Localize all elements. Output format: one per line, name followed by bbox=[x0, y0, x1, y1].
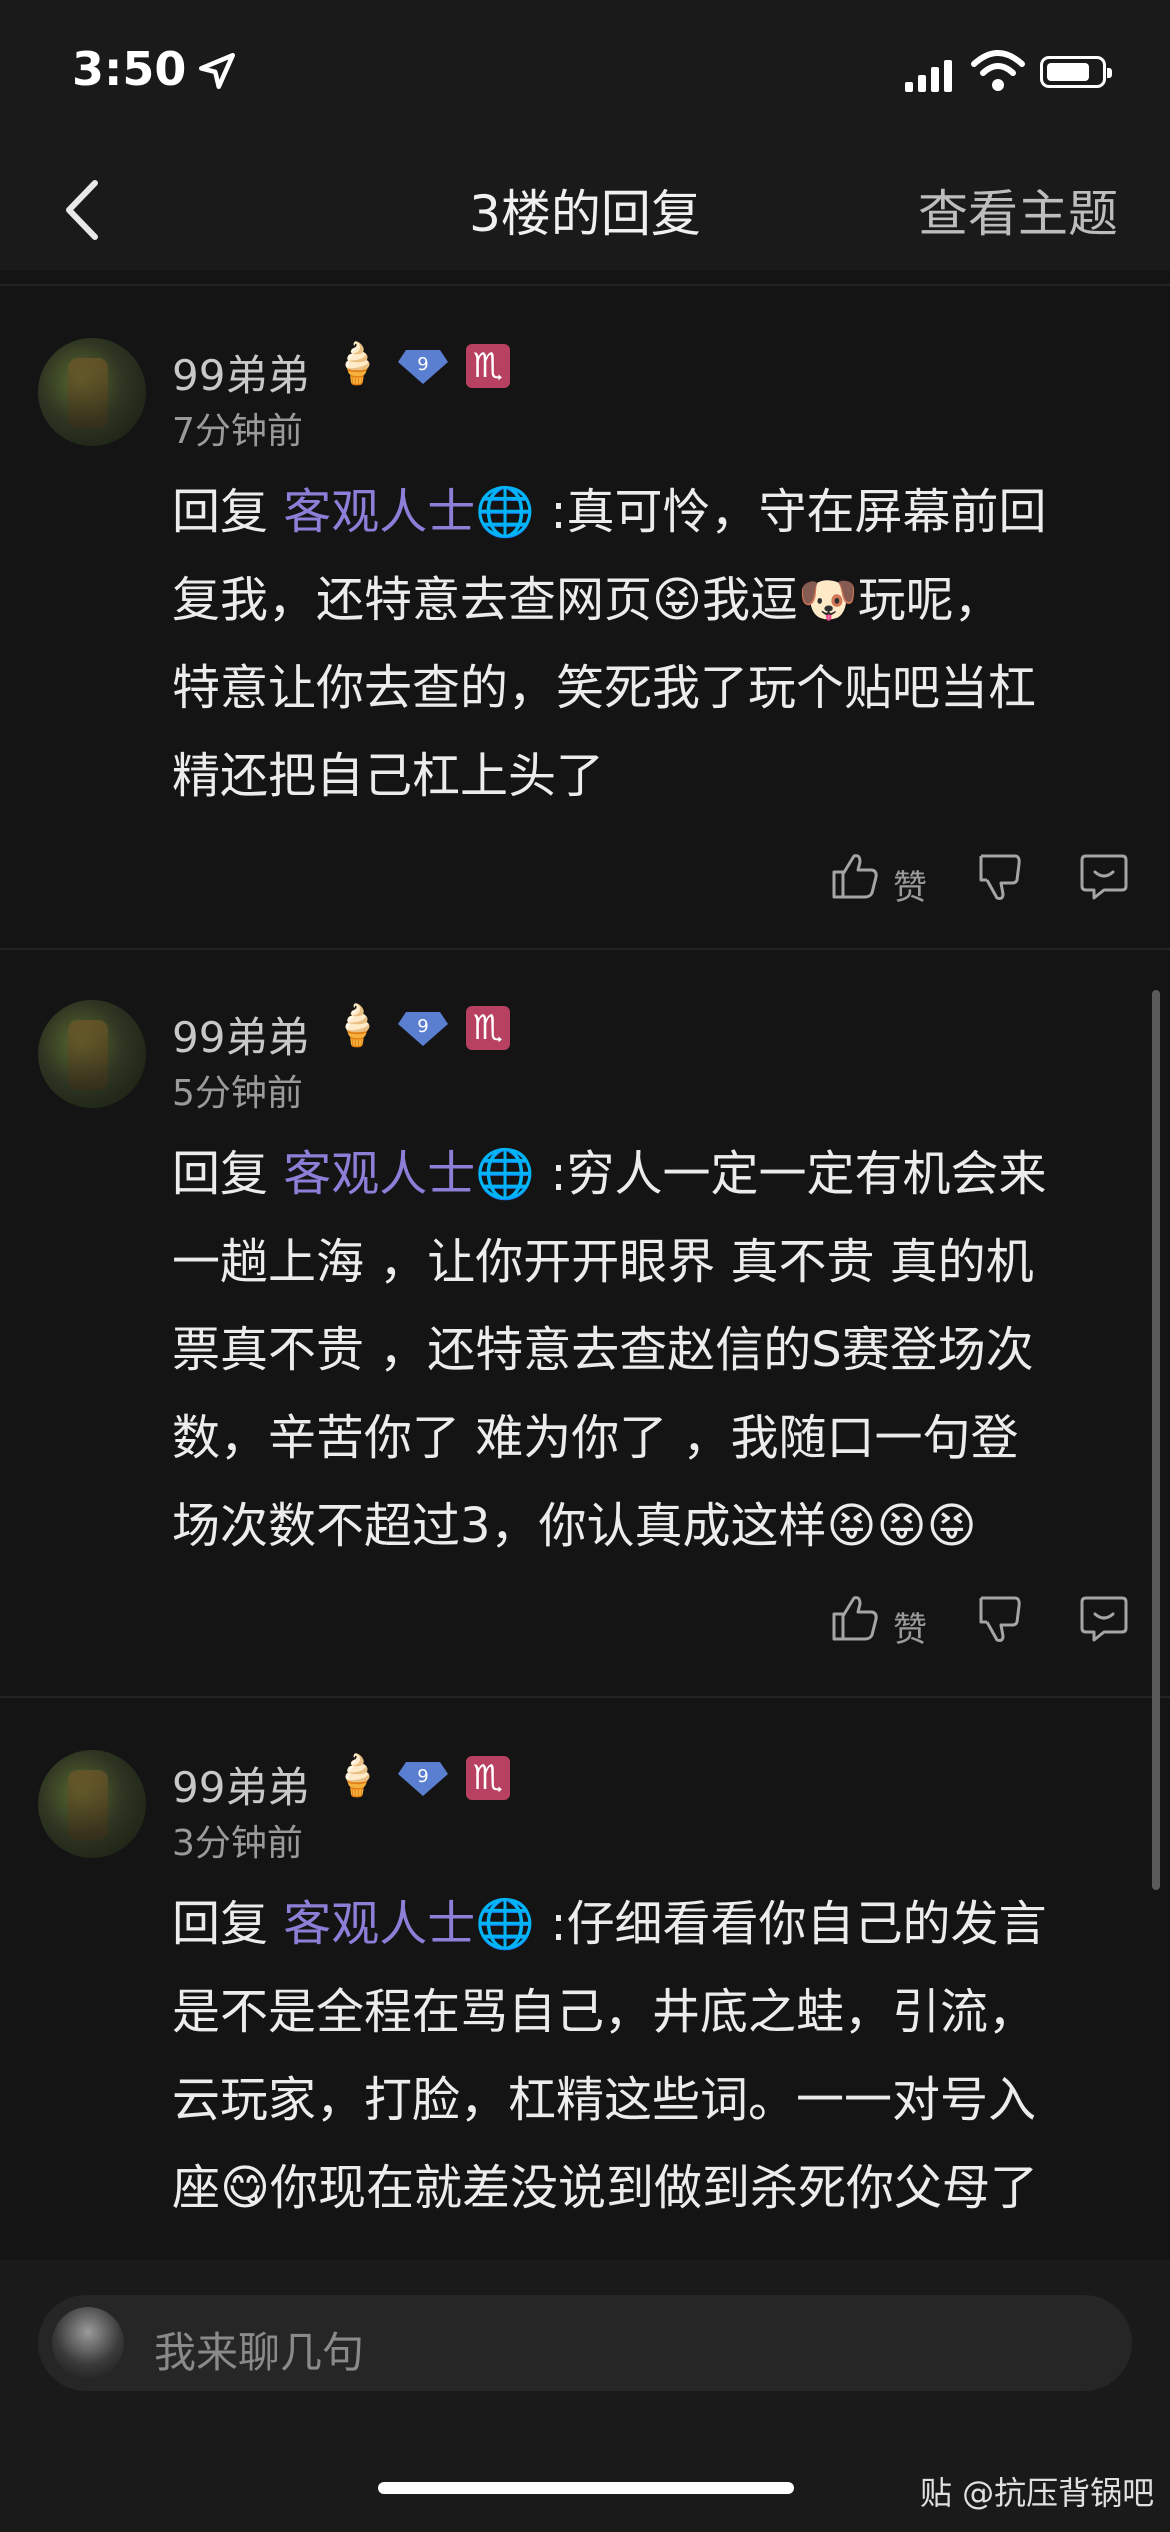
ice-cream-badge-icon: 🍦 bbox=[332, 341, 382, 387]
like-label[interactable]: 赞 bbox=[893, 1602, 927, 1651]
reply-text-line: 座😋你现在就差没说到做到杀死你父母了 bbox=[172, 2160, 1039, 2216]
thumbs-down-icon[interactable] bbox=[975, 850, 1025, 902]
reply-prefix: 回复 bbox=[172, 1896, 269, 1952]
location-arrow-icon bbox=[198, 52, 236, 90]
action-bar: 赞 bbox=[0, 850, 1170, 910]
thumbs-up-icon[interactable] bbox=[830, 1592, 880, 1644]
zodiac-badge: ♏ bbox=[466, 344, 510, 388]
reply-line: 回复 客观人士🌐 :仔细看看你自己的发言 bbox=[172, 1880, 1132, 1968]
divider bbox=[0, 1696, 1170, 1698]
mention-link[interactable]: 客观人士 bbox=[283, 1146, 475, 1202]
like-label[interactable]: 赞 bbox=[893, 860, 927, 909]
level-gem-badge-icon: 9 bbox=[398, 350, 448, 384]
reply-prefix: 回复 bbox=[172, 484, 269, 540]
level-gem-badge-icon: 9 bbox=[398, 1012, 448, 1046]
reply-text-line: 是不是全程在骂自己，井底之蛙，引流， bbox=[172, 1984, 1037, 2040]
thumbs-up-icon[interactable] bbox=[830, 850, 880, 902]
avatar[interactable] bbox=[38, 338, 146, 446]
globe-icon: 🌐 bbox=[475, 1146, 536, 1202]
mention-link[interactable]: 客观人士 bbox=[283, 484, 475, 540]
timestamp: 3分钟前 bbox=[172, 1823, 303, 1864]
level-number: 9 bbox=[417, 354, 428, 375]
my-avatar bbox=[52, 2307, 124, 2379]
mention-link[interactable]: 客观人士 bbox=[283, 1896, 475, 1952]
reply-list[interactable]: 99弟弟 🍦 9 ♏ 7分钟前 回复 客观人士🌐 :真可怜，守在屏幕前回 复我，… bbox=[0, 270, 1170, 2260]
reply-text-line: 精还把自己杠上头了 bbox=[172, 748, 605, 804]
navigation-bar: 3楼的回复 查看主题 bbox=[0, 150, 1170, 270]
reply-line: 回复 客观人士🌐 :真可怜，守在屏幕前回 bbox=[172, 468, 1132, 556]
zodiac-badge: ♏ bbox=[466, 1756, 510, 1800]
reply-line: 回复 客观人士🌐 :穷人一定一定有机会来 bbox=[172, 1130, 1132, 1218]
home-indicator[interactable] bbox=[378, 2482, 794, 2494]
username[interactable]: 99弟弟 bbox=[172, 1754, 309, 1815]
thumbs-down-icon[interactable] bbox=[975, 1592, 1025, 1644]
ice-cream-badge-icon: 🍦 bbox=[332, 1753, 382, 1799]
timestamp: 7分钟前 bbox=[172, 411, 303, 452]
globe-icon: 🌐 bbox=[475, 1896, 536, 1952]
level-number: 9 bbox=[417, 1016, 428, 1037]
avatar[interactable] bbox=[38, 1000, 146, 1108]
reply-text-line: 场次数不超过3，你认真成这样😝😝😝 bbox=[172, 1498, 977, 1554]
reply-content: 回复 客观人士🌐 :仔细看看你自己的发言 是不是全程在骂自己，井底之蛙，引流， … bbox=[172, 1880, 1132, 2232]
status-bar: 3:50 bbox=[0, 0, 1170, 150]
timestamp: 5分钟前 bbox=[172, 1073, 303, 1114]
divider bbox=[0, 284, 1170, 286]
status-time: 3:50 bbox=[72, 42, 187, 96]
cellular-signal-icon bbox=[905, 60, 952, 92]
reply-bubble-icon[interactable] bbox=[1078, 850, 1130, 902]
ice-cream-badge-icon: 🍦 bbox=[332, 1003, 382, 1049]
reply-bubble-icon[interactable] bbox=[1078, 1592, 1130, 1644]
reply-text-line: :穷人一定一定有机会来 bbox=[550, 1146, 1047, 1202]
level-gem-badge-icon: 9 bbox=[398, 1762, 448, 1796]
comment-input[interactable]: 我来聊几句 bbox=[38, 2295, 1132, 2391]
reply-text-line: :真可怜，守在屏幕前回 bbox=[550, 484, 1047, 540]
divider bbox=[0, 948, 1170, 950]
reply-prefix: 回复 bbox=[172, 1146, 269, 1202]
reply-content: 回复 客观人士🌐 :真可怜，守在屏幕前回 复我，还特意去查网页😝我逗🐶玩呢， 特… bbox=[172, 468, 1132, 820]
zodiac-badge: ♏ bbox=[466, 1006, 510, 1050]
watermark: 贴 @抗压背锅吧 bbox=[920, 2474, 1155, 2512]
avatar[interactable] bbox=[38, 1750, 146, 1858]
reply-text-line: 复我，还特意去查网页😝我逗🐶玩呢， bbox=[172, 572, 1002, 628]
bottom-bar: 我来聊几句 贴 @抗压背锅吧 bbox=[0, 2260, 1170, 2532]
battery-icon bbox=[1040, 56, 1112, 88]
reply-text-line: 一趟上海 ，让你开开眼界 真不贵 真的机 bbox=[172, 1234, 1034, 1290]
username[interactable]: 99弟弟 bbox=[172, 342, 309, 403]
comment-input-placeholder[interactable]: 我来聊几句 bbox=[154, 2319, 364, 2380]
reply-text-line: 云玩家，打脸，杠精这些词。一一对号入 bbox=[172, 2072, 1037, 2128]
globe-icon: 🌐 bbox=[475, 484, 536, 540]
username[interactable]: 99弟弟 bbox=[172, 1004, 309, 1065]
reply-text-line: 票真不贵 ，还特意去查赵信的S赛登场次 bbox=[172, 1322, 1034, 1378]
level-number: 9 bbox=[417, 1766, 428, 1787]
reply-text-line: 特意让你去查的，笑死我了玩个贴吧当杠 bbox=[172, 660, 1037, 716]
action-bar: 赞 bbox=[0, 1592, 1170, 1652]
reply-text-line: 数，辛苦你了 难为你了 ，我随口一句登 bbox=[172, 1410, 1019, 1466]
reply-text-line: :仔细看看你自己的发言 bbox=[550, 1896, 1047, 1952]
view-topic-button[interactable]: 查看主题 bbox=[918, 174, 1118, 246]
wifi-icon bbox=[971, 50, 1025, 91]
scrollbar[interactable] bbox=[1152, 990, 1160, 1890]
reply-content: 回复 客观人士🌐 :穷人一定一定有机会来 一趟上海 ，让你开开眼界 真不贵 真的… bbox=[172, 1130, 1132, 1570]
